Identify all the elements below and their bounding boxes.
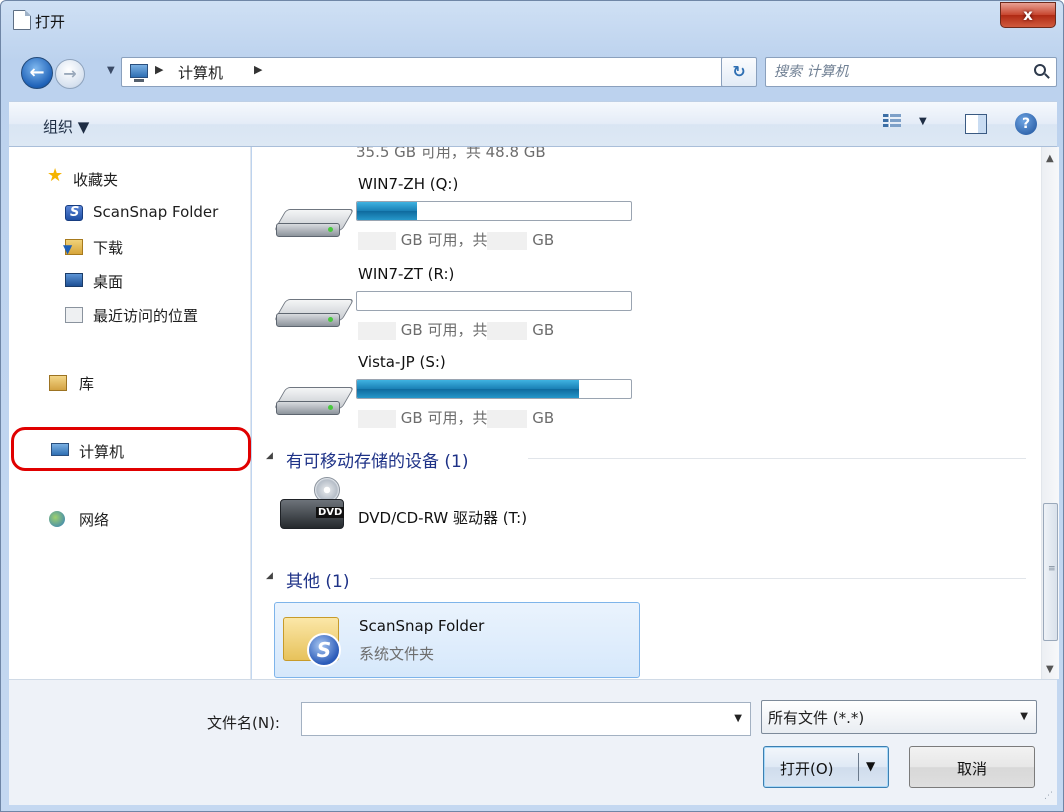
scansnap-folder-item[interactable]: S ScanSnap Folder 系统文件夹 xyxy=(274,602,640,678)
hard-drive-icon xyxy=(273,387,355,417)
collapse-triangle-icon[interactable]: ◢ xyxy=(266,451,273,461)
drive-space-text: GB 可用，共 GB xyxy=(358,229,554,250)
cancel-button-label: 取消 xyxy=(956,760,987,778)
navigation-pane: ★ 收藏夹 ScanSnap Folder 下载 桌面 最近访问的位置 库 计算… xyxy=(9,147,251,679)
search-icon[interactable] xyxy=(1034,64,1046,76)
group-divider xyxy=(370,578,1026,579)
preview-pane-icon[interactable] xyxy=(965,114,987,134)
drive-space-text: GB 可用，共 GB xyxy=(358,319,554,340)
scrollbar-thumb[interactable]: ≡ xyxy=(1043,503,1058,641)
file-list-pane: 35.5 GB 可用，共 48.8 GB WIN7-ZH (Q:) GB 可用，… xyxy=(252,147,1041,679)
address-bar[interactable]: ▶ 计算机 ▶ ▼ xyxy=(121,57,749,87)
close-button[interactable]: x xyxy=(1000,2,1056,28)
sidebar-item-favorites[interactable]: ★ 收藏夹 xyxy=(9,165,249,193)
forward-arrow-icon[interactable]: → xyxy=(55,59,85,89)
dvd-drive-icon: DVD xyxy=(280,477,345,539)
group-title: 有可移动存储的设备 (1) xyxy=(286,452,469,472)
sidebar-item-libraries[interactable]: 库 xyxy=(9,369,249,397)
help-icon[interactable]: ? xyxy=(1015,113,1037,135)
resize-grip-icon[interactable]: ⋰ xyxy=(1044,791,1053,801)
drive-name: DVD/CD-RW 驱动器 (T:) xyxy=(358,509,528,527)
window-title: 打开 xyxy=(35,13,66,31)
group-title: 其他 (1) xyxy=(286,572,350,592)
sidebar-item-network[interactable]: 网络 xyxy=(9,505,249,533)
drive-name: WIN7-ZH (Q:) xyxy=(358,175,459,193)
filename-input[interactable] xyxy=(308,709,718,729)
drive-name: WIN7-ZT (R:) xyxy=(358,265,455,283)
filename-label: 文件名(N): xyxy=(207,714,280,732)
split-divider xyxy=(858,753,859,781)
highlight-annotation-ring xyxy=(11,427,251,471)
command-toolbar: 组织 ▼ ▼ ? xyxy=(9,101,1057,147)
computer-icon xyxy=(130,64,148,82)
cancel-button[interactable]: 取消 xyxy=(909,746,1035,788)
drive-usage-bar xyxy=(356,291,632,311)
search-input[interactable] xyxy=(774,62,1014,82)
navigation-bar: ← → ▼ ▶ 计算机 ▶ ▼ ↻ xyxy=(9,55,1057,91)
title-bar[interactable]: 打开 x xyxy=(1,1,1063,41)
back-arrow-icon[interactable]: ← xyxy=(21,57,53,89)
dialog-footer: 文件名(N): ▼ 所有文件 (*.*) ▼ 打开(O) ▼ 取消 ⋰ xyxy=(9,679,1057,805)
change-view-icon[interactable] xyxy=(883,114,901,132)
sidebar-item-label: 网络 xyxy=(79,511,110,529)
scansnap-icon xyxy=(65,205,83,221)
filename-combobox[interactable]: ▼ xyxy=(301,702,751,736)
breadcrumb-chevron-icon[interactable]: ▶ xyxy=(155,63,163,76)
view-options-dropdown-icon[interactable]: ▼ xyxy=(919,116,927,127)
drive-item-r[interactable]: WIN7-ZT (R:) GB 可用，共 GB xyxy=(272,265,652,351)
refresh-button[interactable]: ↻ xyxy=(721,57,757,87)
group-header-removable[interactable]: ◢ 有可移动存储的设备 (1) xyxy=(266,447,1026,472)
sidebar-item-label: 下载 xyxy=(93,239,124,257)
folder-name: ScanSnap Folder xyxy=(359,617,485,635)
sidebar-item-label: 收藏夹 xyxy=(73,171,119,189)
collapse-triangle-icon[interactable]: ◢ xyxy=(266,571,273,581)
folder-type: 系统文件夹 xyxy=(359,645,435,663)
recent-places-icon xyxy=(65,307,83,323)
drive-usage-bar xyxy=(356,201,632,221)
filetype-dropdown-icon[interactable]: ▼ xyxy=(1020,711,1028,722)
sidebar-item-label: ScanSnap Folder xyxy=(93,203,219,221)
drive-item-s[interactable]: Vista-JP (S:) GB 可用，共 GB xyxy=(272,353,652,439)
sidebar-item-recent-places[interactable]: 最近访问的位置 xyxy=(9,301,249,329)
open-button-label: 打开(O) xyxy=(780,760,834,778)
filetype-select[interactable]: 所有文件 (*.*) ▼ xyxy=(761,700,1037,734)
hard-drive-icon xyxy=(273,299,355,329)
drive-name: Vista-JP (S:) xyxy=(358,353,446,371)
search-box[interactable] xyxy=(765,57,1057,87)
open-options-dropdown-icon[interactable]: ▼ xyxy=(866,759,875,773)
document-icon xyxy=(13,10,31,30)
network-icon xyxy=(49,511,65,527)
group-divider xyxy=(528,458,1026,459)
drive-usage-bar xyxy=(356,379,632,399)
sidebar-item-downloads[interactable]: 下载 xyxy=(9,233,249,261)
sidebar-item-desktop[interactable]: 桌面 xyxy=(9,267,249,295)
filename-dropdown-icon[interactable]: ▼ xyxy=(734,713,742,724)
drive-item-q[interactable]: WIN7-ZH (Q:) GB 可用，共 GB xyxy=(272,175,652,261)
open-button[interactable]: 打开(O) ▼ xyxy=(763,746,889,788)
organize-menu-button[interactable]: 组织 ▼ xyxy=(43,116,89,137)
star-icon: ★ xyxy=(47,165,64,186)
desktop-icon xyxy=(65,273,83,287)
group-header-other[interactable]: ◢ 其他 (1) xyxy=(266,567,1026,592)
breadcrumb-computer[interactable]: 计算机 xyxy=(178,62,223,83)
sidebar-item-label: 库 xyxy=(79,375,95,393)
breadcrumb-chevron-icon[interactable]: ▶ xyxy=(254,63,262,76)
drive-space-text: GB 可用，共 GB xyxy=(358,407,554,428)
scroll-up-arrow-icon[interactable]: ▲ xyxy=(1046,153,1054,164)
sidebar-item-label: 最近访问的位置 xyxy=(93,307,199,325)
partial-drive-space-text: 35.5 GB 可用，共 48.8 GB xyxy=(356,147,546,161)
scroll-down-arrow-icon[interactable]: ▼ xyxy=(1046,664,1054,675)
recent-pages-dropdown-icon[interactable]: ▼ xyxy=(107,65,115,76)
sidebar-item-scansnap-folder[interactable]: ScanSnap Folder xyxy=(9,199,249,227)
vertical-scrollbar[interactable]: ▲ ≡ ▼ xyxy=(1041,147,1059,679)
sidebar-item-label: 桌面 xyxy=(93,273,124,291)
filetype-value: 所有文件 (*.*) xyxy=(768,709,865,727)
libraries-icon xyxy=(49,375,67,391)
open-dialog-window: 打开 x ← → ▼ ▶ 计算机 ▶ ▼ ↻ 组织 ▼ ▼ ? ★ 收藏夹 xyxy=(0,0,1064,812)
scansnap-folder-icon: S xyxy=(281,609,345,667)
hard-drive-icon xyxy=(273,209,355,239)
downloads-folder-icon xyxy=(63,239,83,256)
